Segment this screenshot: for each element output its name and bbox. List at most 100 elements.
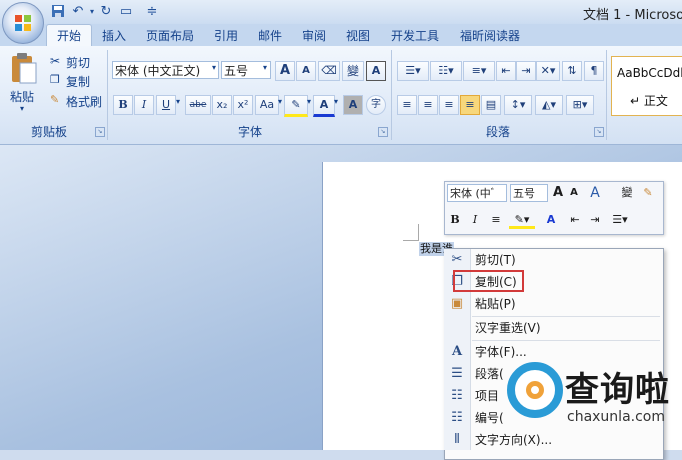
superscript-button[interactable]: x²: [233, 95, 253, 115]
bullets-icon[interactable]: ☰▾: [397, 61, 429, 81]
char-shading-button[interactable]: A: [343, 95, 363, 115]
phonetic-guide-button[interactable]: 變: [342, 61, 364, 81]
save-icon[interactable]: [50, 4, 66, 20]
mini-shrink-font-icon[interactable]: A: [567, 184, 581, 202]
char-border-button[interactable]: A: [366, 61, 386, 81]
copy-icon: ❐: [50, 73, 60, 86]
mini-font-color-button[interactable]: A: [539, 211, 563, 229]
distributed-icon[interactable]: ▤: [481, 95, 501, 115]
change-case-dropdown-icon[interactable]: ▾: [278, 97, 282, 106]
menu-item-paste[interactable]: 粘贴(P): [475, 293, 516, 315]
menu-item-paragraph[interactable]: 段落(: [475, 363, 504, 385]
bold-button[interactable]: B: [113, 95, 133, 115]
tab-foxit-reader[interactable]: 福昕阅读器: [452, 26, 528, 46]
align-right-icon[interactable]: ≡: [439, 95, 459, 115]
office-button[interactable]: [2, 2, 44, 44]
tab-home[interactable]: 开始: [46, 24, 92, 47]
change-case-button[interactable]: Aa: [255, 95, 279, 115]
copy-highlight-box: [453, 270, 524, 292]
redo-icon[interactable]: ↻: [98, 4, 114, 20]
increase-indent-icon[interactable]: ⇥: [516, 61, 536, 81]
borders-icon[interactable]: ⊞▾: [566, 95, 594, 115]
show-marks-icon[interactable]: ¶: [584, 61, 604, 81]
clear-format-icon[interactable]: ⌫: [318, 61, 340, 81]
paste-dropdown-icon[interactable]: ▾: [20, 104, 24, 113]
underline-button[interactable]: U: [156, 95, 176, 115]
tab-mailings[interactable]: 邮件: [252, 26, 288, 46]
menu-item-text-direction[interactable]: 文字方向(X)...: [475, 429, 552, 451]
tab-references[interactable]: 引用: [208, 26, 244, 46]
mini-grow-font-icon[interactable]: A: [551, 184, 565, 202]
scissors-icon: ✂: [451, 252, 463, 267]
mini-highlight-icon[interactable]: ✎▾: [509, 211, 535, 229]
copy-button[interactable]: 复制: [66, 73, 90, 90]
shrink-font-button[interactable]: A: [296, 61, 316, 81]
mini-decrease-indent-icon[interactable]: ⇤: [567, 211, 583, 229]
tab-insert[interactable]: 插入: [96, 26, 132, 46]
watermark-brand: 查询啦: [565, 370, 670, 410]
mini-align-center-icon[interactable]: ≡: [487, 211, 505, 229]
font-color-dropdown-icon[interactable]: ▾: [334, 97, 338, 106]
customize-qat-icon[interactable]: ≑: [144, 4, 160, 20]
menu-item-numbering[interactable]: 编号(: [475, 407, 504, 429]
group-divider: [107, 50, 108, 140]
office-logo-icon: [15, 15, 31, 31]
justify-icon[interactable]: ≡: [460, 95, 480, 115]
enclose-chars-button[interactable]: 字: [366, 95, 386, 115]
highlight-dropdown-icon[interactable]: ▾: [307, 97, 311, 106]
mini-bold-button[interactable]: B: [447, 211, 463, 229]
mini-format-painter-icon[interactable]: ✎: [639, 184, 657, 202]
mini-phonetic-icon[interactable]: 變: [618, 184, 636, 202]
italic-button[interactable]: I: [134, 95, 154, 115]
grow-font-button[interactable]: A: [275, 61, 295, 81]
text-direction-icon: ⫴: [454, 432, 460, 447]
sort-icon[interactable]: ⇅: [562, 61, 582, 81]
align-center-icon[interactable]: ≡: [418, 95, 438, 115]
font-name-dropdown-icon[interactable]: ▾: [212, 63, 216, 72]
tab-view[interactable]: 视图: [340, 26, 376, 46]
font-color-button[interactable]: A: [313, 95, 335, 117]
bullets-icon: ☷: [451, 388, 463, 403]
tab-review[interactable]: 审阅: [296, 26, 332, 46]
mini-italic-button[interactable]: I: [467, 211, 483, 229]
menu-item-cut[interactable]: 剪切(T): [475, 249, 516, 271]
multilevel-list-icon[interactable]: ≡▾: [463, 61, 495, 81]
mini-bullets-icon[interactable]: ☰▾: [607, 211, 633, 229]
font-group-label: 字体: [237, 125, 262, 139]
font-size-dropdown-icon[interactable]: ▾: [263, 63, 267, 72]
mini-styles-icon[interactable]: A: [584, 184, 606, 202]
numbering-icon[interactable]: ☷▾: [430, 61, 462, 81]
decrease-indent-icon[interactable]: ⇤: [496, 61, 516, 81]
shading-icon[interactable]: ◭▾: [535, 95, 563, 115]
subscript-button[interactable]: x₂: [212, 95, 232, 115]
menu-item-font[interactable]: 字体(F)...: [475, 341, 527, 363]
font-launcher-icon[interactable]: ↘: [378, 127, 388, 137]
mini-font-size-combo[interactable]: 五号: [510, 184, 548, 202]
highlight-color-icon[interactable]: ✎: [284, 95, 308, 117]
paste-icon[interactable]: [8, 52, 40, 86]
mini-font-name-combo[interactable]: 宋体 (中ﾞ: [447, 184, 507, 202]
style-name: ↵ 正文: [630, 94, 668, 108]
format-painter-button[interactable]: 格式刷: [66, 93, 102, 110]
paragraph-launcher-icon[interactable]: ↘: [594, 127, 604, 137]
menu-item-bullets[interactable]: 项目: [475, 385, 499, 407]
watermark-site: chaxunla.com: [567, 409, 665, 425]
tab-developer[interactable]: 开发工具: [384, 26, 446, 46]
margin-mark: [403, 240, 419, 241]
asian-layout-icon[interactable]: ✕▾: [536, 61, 560, 81]
print-preview-icon[interactable]: ▭: [118, 4, 134, 20]
clipboard-group-label: 剪贴板: [30, 125, 67, 139]
cut-button[interactable]: 剪切: [66, 54, 90, 71]
mini-increase-indent-icon[interactable]: ⇥: [587, 211, 603, 229]
watermark-logo-inner: [526, 381, 544, 399]
line-spacing-icon[interactable]: ↕▾: [504, 95, 532, 115]
align-left-icon[interactable]: ≡: [397, 95, 417, 115]
strikethrough-button[interactable]: abe: [185, 95, 211, 115]
paste-button[interactable]: 粘贴: [10, 88, 34, 105]
font-name-combo[interactable]: 宋体 (中文正文): [112, 61, 219, 79]
clipboard-launcher-icon[interactable]: ↘: [95, 127, 105, 137]
margin-mark: [418, 224, 419, 240]
tab-page-layout[interactable]: 页面布局: [140, 26, 200, 46]
underline-dropdown-icon[interactable]: ▾: [176, 97, 180, 106]
menu-item-reconvert[interactable]: 汉字重选(V): [475, 317, 541, 339]
